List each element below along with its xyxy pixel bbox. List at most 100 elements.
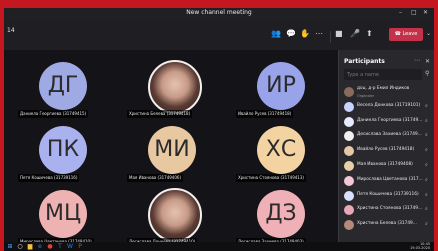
muted-mic-icon: ⌕ [425,191,428,198]
participant-avatar [344,87,354,97]
search-icon[interactable]: ○ [16,243,24,250]
participant-name: Христина Стоянова (31749... [357,206,423,212]
leave-button[interactable]: ☎ Leave [389,28,423,41]
participant-tile[interactable]: ПК Петя Кошичева (31739116) [4,120,120,182]
avatar: ДГ [39,62,87,110]
tile-name: Мая Иванова (31749406) [127,174,184,182]
participant-row[interactable]: Петя Кошичева (31739116) ⌕ [344,190,434,203]
participant-name: Мирослава Цветанова (317... [357,176,423,182]
participant-avatar [344,116,354,127]
more-icon[interactable]: ⋯ [315,29,323,38]
participant-name: Христина Белева (31749... [357,221,417,227]
tile-name: Христина Белева (31749418) [127,110,193,118]
chat-icon[interactable]: 💬 [286,29,296,38]
participant-tile[interactable]: ХС Христина Стоянова (31749413) [222,120,338,182]
muted-mic-icon: ⌕ [425,102,428,109]
meeting-toolbar: 14 👥 💬 ✋ ⋯ ■ 🎤 ⬆ ☎ Leave ⌄ [4,19,434,51]
participant-row[interactable]: Ивайло Русев (31749418) ⌕ [344,145,434,158]
participant-row[interactable]: Христина Стоянова (31749... ⌕ [344,204,434,217]
participant-avatar [344,146,354,157]
meeting-timer: 14 [7,27,15,34]
participant-row[interactable]: Весела Донкова (31719101) ⌕ [344,101,434,114]
minimize-icon[interactable]: – [399,9,402,16]
edge-icon[interactable]: e [36,243,44,250]
participant-tile[interactable]: ДЗ Десислава Захиева (31749403) [222,184,338,246]
maximize-icon[interactable]: □ [411,9,417,16]
close-icon[interactable]: ✕ [423,9,428,16]
windows-taskbar: ⊞ ○ ▆ e ● T W P 10:45 19.03.2020 [4,242,434,251]
muted-mic-icon: ⌕ [425,206,428,213]
participant-name: Ивайло Русев (31749418) [357,147,415,153]
avatar: МЦ [39,190,87,238]
chrome-icon[interactable]: ● [46,243,54,250]
muted-mic-icon: ⌕ [425,176,428,183]
taskbar-clock: 10:45 19.03.2020 [410,242,431,250]
muted-mic-icon: ⌕ [425,147,428,154]
participant-tile[interactable]: ДГ Даниела Георгиева (31749415) [4,56,120,118]
share-icon[interactable]: ⬆ [366,29,373,38]
leave-options-chevron-icon[interactable]: ⌄ [426,29,431,38]
participant-avatar [344,220,354,231]
participant-tile[interactable]: МЦ Мирослава Цветанова (31749410) [4,184,120,246]
participant-tile[interactable]: ИР Ивайло Русев (31749418) [222,56,338,118]
participant-avatar [344,161,354,171]
avatar: ПК [39,126,87,174]
teams-icon[interactable]: T [56,243,64,250]
participant-name: Мая Иванова (31749408) [357,162,413,167]
clock-date: 19.03.2020 [410,245,431,250]
panel-close-icon[interactable]: ✕ [425,58,430,65]
muted-mic-icon: ⌕ [425,132,428,139]
tile-name: Христина Стоянова (31749413) [236,174,306,182]
people-icon[interactable]: 👥 [271,29,281,38]
participant-tile[interactable]: Христина Белева (31749418) [113,56,229,118]
participant-row[interactable]: доц. д-р Емил Индиков Organizer [344,86,434,99]
participant-row[interactable]: Даниела Георгиева (31749... ⌕ [344,116,434,129]
participants-panel: Participants ⋯ ✕ ⚲ доц. д-р Емил Индиков… [338,50,434,242]
camera-icon[interactable]: ■ [335,29,343,38]
toolbar-divider [330,31,331,43]
title-bar: New channel meeting – □ ✕ [4,8,434,19]
participant-row[interactable]: Христина Белева (31749... ⌕ [344,219,434,232]
participant-name: Десислава Захиева (31749... [357,132,422,138]
participant-avatar [344,205,354,216]
participant-avatar [344,190,354,201]
leave-label: Leave [402,31,418,37]
participant-name: Весела Донкова (31719101) [357,102,421,108]
video-grid: ДГ Даниела Георгиева (31749415) Христина… [4,50,338,246]
participant-row[interactable]: Десислава Захиева (31749... ⌕ [344,130,434,143]
avatar-photo [148,188,202,242]
muted-mic-icon: ⌕ [425,117,428,124]
avatar: МИ [148,126,196,174]
muted-mic-icon: ⌕ [425,162,428,168]
participant-tile[interactable]: МИ Мая Иванова (31749406) [113,120,229,182]
participant-row[interactable]: Мирослава Цветанова (317... ⌕ [344,175,434,188]
participant-avatar [344,101,354,112]
participant-row[interactable]: Мая Иванова (31749408) ⌕ [344,160,434,173]
mic-icon[interactable]: 🎤 [350,29,360,38]
participant-avatar [344,131,354,142]
tile-name: Даниела Георгиева (31749415) [18,110,89,118]
file-explorer-icon[interactable]: ▆ [26,243,34,250]
raise-hand-icon[interactable]: ✋ [300,29,310,38]
participant-name: Петя Кошичева (31739116) [357,191,419,197]
word-icon[interactable]: W [66,243,74,250]
participant-role: Organizer [357,94,375,98]
panel-more-icon[interactable]: ⋯ [414,57,420,64]
participant-search-input[interactable] [344,69,422,80]
window-title: New channel meeting [186,9,252,16]
participant-avatar [344,175,354,186]
panel-title: Participants [344,58,385,65]
tile-name: Петя Кошичева (31739116) [18,174,80,182]
avatar-photo [148,60,202,114]
teams-window: New channel meeting – □ ✕ 14 👥 💬 ✋ ⋯ ■ 🎤… [4,8,434,251]
participant-name: доц. д-р Емил Индиков [357,86,410,91]
participant-tile[interactable]: Десислава Дончева (31749410) [113,184,229,246]
muted-mic-icon: ⌕ [425,221,428,228]
tile-name: Ивайло Русев (31749418) [236,110,294,118]
powerpoint-icon[interactable]: P [76,243,84,250]
avatar: ХС [257,126,305,174]
avatar: ДЗ [257,190,305,238]
add-participant-icon[interactable]: ⚲ [425,70,429,77]
windows-start-icon[interactable]: ⊞ [6,243,14,250]
participant-name: Даниела Георгиева (31749... [357,117,423,123]
